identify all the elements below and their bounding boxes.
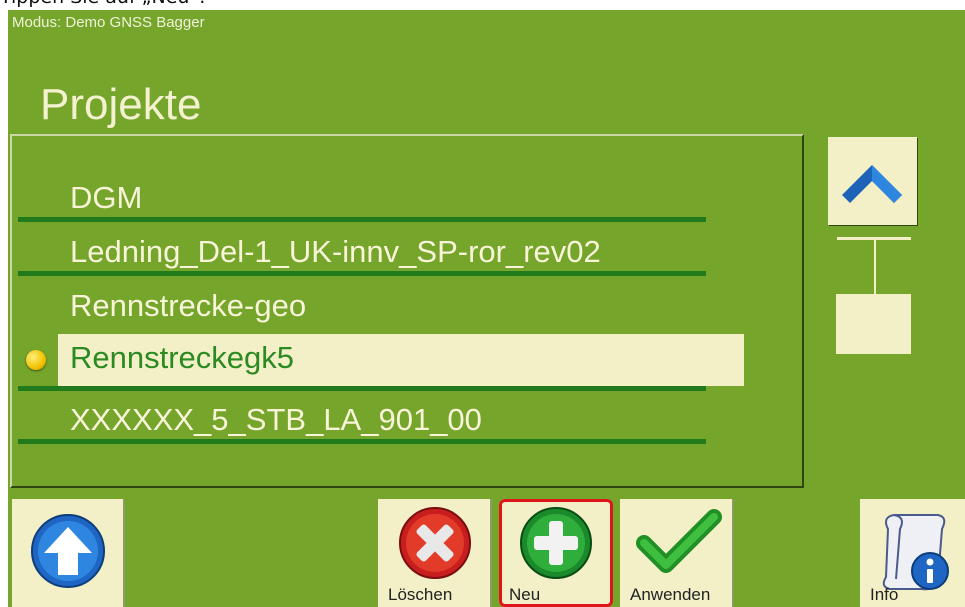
- new-label: Neu: [509, 585, 541, 604]
- delete-label: Löschen: [388, 585, 453, 604]
- info-button[interactable]: Info: [860, 499, 965, 607]
- row-separator: [18, 386, 706, 391]
- project-row-rennstreckegk5[interactable]: Rennstreckegk5: [12, 334, 804, 391]
- row-separator: [18, 439, 706, 444]
- project-name: XXXXXX_5_STB_LA_901_00: [70, 402, 482, 437]
- info-label: Info: [870, 585, 899, 604]
- mode-label: Modus: Demo GNSS Bagger: [12, 14, 205, 31]
- project-name: Rennstrecke-geo: [70, 288, 307, 323]
- project-row-xxxxxx[interactable]: XXXXXX_5_STB_LA_901_00: [12, 398, 804, 444]
- project-row-dgm[interactable]: DGM: [12, 176, 804, 222]
- row-separator: [18, 217, 706, 222]
- app-screen: Modus: Demo GNSS Bagger Projekte DGM Led…: [8, 10, 965, 607]
- delete-button[interactable]: Löschen: [378, 499, 492, 607]
- project-name: Ledning_Del-1_UK-innv_SP-ror_rev02: [70, 234, 601, 269]
- page-title: Projekte: [40, 80, 202, 129]
- chevron-up-icon: [842, 165, 902, 203]
- project-row-ledning[interactable]: Ledning_Del-1_UK-innv_SP-ror_rev02: [12, 230, 804, 276]
- back-button[interactable]: [12, 499, 125, 607]
- project-row-rennstrecke-geo[interactable]: Rennstrecke-geo: [12, 284, 804, 328]
- arrow-up-circle-icon: [31, 514, 105, 588]
- project-list: DGM Ledning_Del-1_UK-innv_SP-ror_rev02 R…: [10, 134, 804, 488]
- apply-button[interactable]: Anwenden: [620, 499, 734, 607]
- project-name: DGM: [70, 180, 143, 215]
- new-button[interactable]: Neu: [499, 499, 613, 607]
- row-separator: [18, 271, 706, 276]
- project-name: Rennstreckegk5: [70, 340, 295, 375]
- scrollbar-track[interactable]: [874, 240, 876, 295]
- selected-indicator-icon: [26, 350, 46, 370]
- apply-label: Anwenden: [630, 585, 711, 604]
- scroll-up-button[interactable]: [828, 137, 917, 225]
- scrollbar-thumb[interactable]: [836, 294, 911, 354]
